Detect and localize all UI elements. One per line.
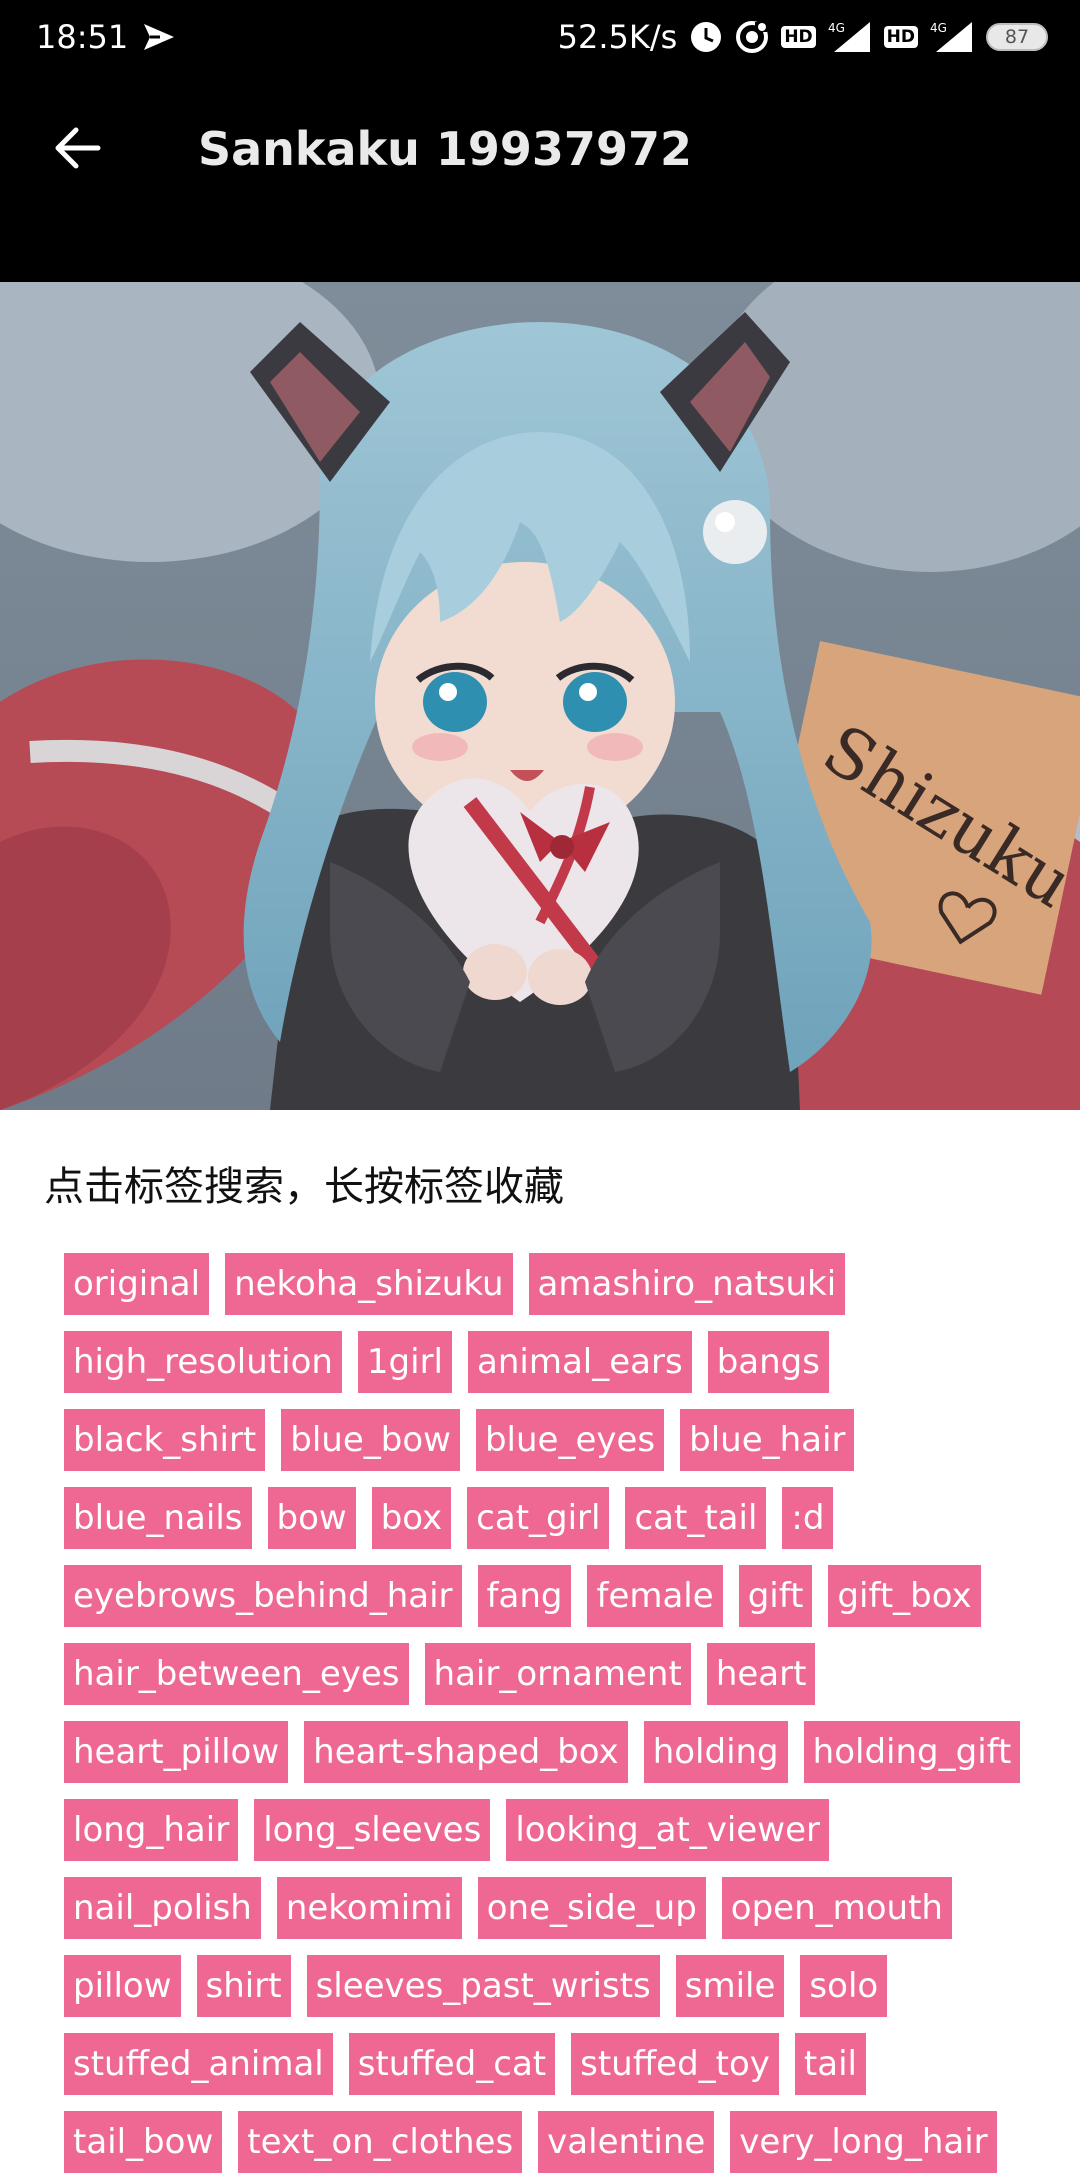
tag-chip[interactable]: solo <box>800 1955 888 2017</box>
tag-chip[interactable]: 1girl <box>357 1331 453 1393</box>
tag-chip[interactable]: tail <box>794 2033 866 2095</box>
signal-4g-icon: 4G <box>930 20 974 54</box>
tag-chip[interactable]: blue_eyes <box>475 1409 665 1471</box>
tag-chip[interactable]: heart_pillow <box>64 1721 289 1783</box>
tag-chip[interactable]: fang <box>477 1565 572 1627</box>
hint-text: 点击标签搜索，长按标签收藏 <box>44 1164 564 1210</box>
tag-chip[interactable]: amashiro_natsuki <box>528 1253 846 1315</box>
tag-chip[interactable]: sleeves_past_wrists <box>306 1955 660 2017</box>
app-bar: Sankaku 19937972 <box>0 74 1080 282</box>
back-button[interactable] <box>40 118 114 182</box>
tag-chip[interactable]: very_long_hair <box>730 2111 997 2173</box>
tag-chip[interactable]: valentine <box>538 2111 715 2173</box>
tag-chip[interactable]: long_sleeves <box>254 1799 491 1861</box>
tag-chip[interactable]: text_on_clothes <box>238 2111 523 2173</box>
tag-chip[interactable]: gift <box>738 1565 813 1627</box>
tag-chip[interactable]: nekomimi <box>276 1877 462 1939</box>
tag-chip[interactable]: smile <box>675 1955 785 2017</box>
tag-list: original nekoha_shizuku amashiro_natsukihi… <box>64 1253 1024 2173</box>
tag-chip[interactable]: female <box>587 1565 723 1627</box>
tag-chip[interactable]: black_shirt <box>64 1409 266 1471</box>
tag-chip[interactable]: gift_box <box>828 1565 981 1627</box>
tag-chip[interactable]: tail_bow <box>64 2111 223 2173</box>
tag-chip[interactable]: stuffed_toy <box>571 2033 779 2095</box>
tag-chip[interactable]: blue_bow <box>281 1409 460 1471</box>
tag-chip[interactable]: hair_ornament <box>424 1643 691 1705</box>
tag-chip[interactable]: eyebrows_behind_hair <box>64 1565 462 1627</box>
send-arrow-icon <box>142 22 176 52</box>
tag-chip[interactable]: nekoha_shizuku <box>225 1253 513 1315</box>
tag-chip[interactable]: holding_gift <box>803 1721 1021 1783</box>
tag-chip[interactable]: long_hair <box>64 1799 239 1861</box>
tag-chip[interactable]: high_resolution <box>64 1331 342 1393</box>
tag-chip[interactable]: bangs <box>707 1331 829 1393</box>
status-left: 18:51 <box>36 18 176 56</box>
tag-chip[interactable]: stuffed_cat <box>348 2033 556 2095</box>
tag-chip[interactable]: heart <box>706 1643 816 1705</box>
svg-text:4G: 4G <box>828 21 845 35</box>
net-speed: 52.5K/s <box>557 18 678 56</box>
status-bar: 18:51 52.5K/s HD 4G HD 4G 87 <box>0 0 1080 74</box>
tag-chip[interactable]: pillow <box>64 1955 181 2017</box>
tag-chip[interactable]: box <box>371 1487 452 1549</box>
tag-chip[interactable]: animal_ears <box>468 1331 692 1393</box>
status-time: 18:51 <box>36 18 129 56</box>
alarm-icon <box>689 20 723 54</box>
tag-chip[interactable]: hair_between_eyes <box>64 1643 409 1705</box>
tag-chip[interactable]: looking_at_viewer <box>506 1799 829 1861</box>
tag-chip[interactable]: :d <box>782 1487 834 1549</box>
page-title: Sankaku 19937972 <box>198 122 692 176</box>
tag-chip[interactable]: cat_girl <box>467 1487 610 1549</box>
post-image[interactable]: Shizuku <box>0 282 1080 1110</box>
tag-chip[interactable]: bow <box>267 1487 356 1549</box>
tag-chip[interactable]: shirt <box>196 1955 291 2017</box>
tag-chip[interactable]: holding <box>643 1721 788 1783</box>
tag-chip[interactable]: one_side_up <box>477 1877 706 1939</box>
status-right: 52.5K/s HD 4G HD 4G 87 <box>558 18 1048 56</box>
tag-chip[interactable]: blue_nails <box>64 1487 252 1549</box>
vpn-icon <box>735 20 769 54</box>
tag-chip[interactable]: open_mouth <box>721 1877 952 1939</box>
tag-chip[interactable]: heart-shaped_box <box>304 1721 628 1783</box>
tag-chip[interactable]: original <box>64 1253 210 1315</box>
tag-chip[interactable]: stuffed_animal <box>64 2033 333 2095</box>
svg-text:4G: 4G <box>930 21 947 35</box>
arrow-back-icon <box>52 126 102 174</box>
hd-icon: HD <box>781 26 816 48</box>
hd-icon: HD <box>883 26 918 48</box>
battery-icon: 87 <box>986 23 1048 51</box>
tag-chip[interactable]: nail_polish <box>64 1877 261 1939</box>
signal-4g-icon: 4G <box>828 20 872 54</box>
tag-chip[interactable]: blue_hair <box>680 1409 855 1471</box>
tag-chip[interactable]: cat_tail <box>625 1487 767 1549</box>
